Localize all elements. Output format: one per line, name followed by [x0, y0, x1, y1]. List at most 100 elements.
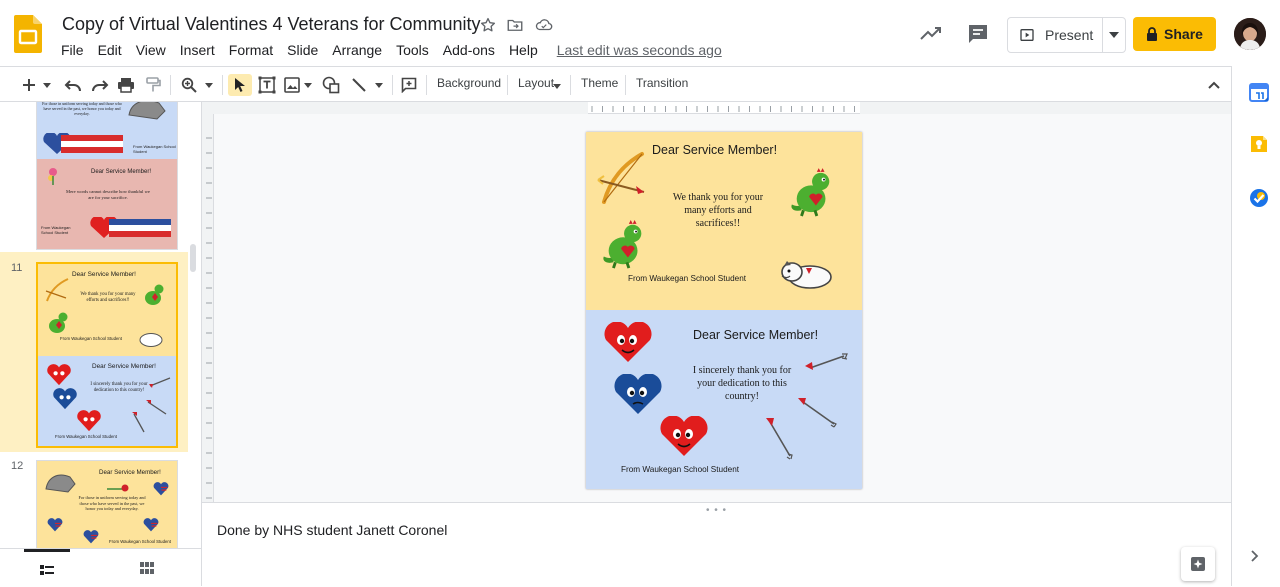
paint-format-button[interactable]: [142, 74, 164, 96]
expand-side-panel-button[interactable]: [1250, 550, 1260, 562]
print-icon: [118, 78, 134, 93]
share-button[interactable]: Share: [1133, 17, 1216, 51]
cursor-arrow-icon: [235, 78, 245, 92]
flag-heart-icon: [83, 530, 99, 544]
filmstrip-scrollbar[interactable]: [190, 244, 196, 272]
thumb-top-from: From Waukegan School Student: [109, 539, 171, 544]
chevron-down-icon: [304, 82, 312, 88]
menu-insert[interactable]: Insert: [173, 42, 222, 58]
insert-image-dropdown[interactable]: [302, 74, 314, 96]
last-edit-link[interactable]: Last edit was seconds ago: [557, 42, 722, 58]
insert-image-button[interactable]: [282, 74, 302, 96]
top-body[interactable]: We thank you for your many efforts and s…: [662, 191, 774, 230]
document-title[interactable]: Copy of Virtual Valentines 4 Veterans fo…: [62, 14, 481, 35]
slide-thumbnail-10[interactable]: For those in uniform serving today and t…: [36, 102, 178, 250]
slide-canvas-area[interactable]: Dear Service Member! We thank you for yo…: [202, 102, 1231, 502]
star-icon[interactable]: [479, 16, 497, 34]
menu-help[interactable]: Help: [502, 42, 545, 58]
chevron-down-icon: [43, 82, 51, 88]
horizontal-ruler[interactable]: [588, 102, 860, 114]
collapse-toolbar-button[interactable]: [1204, 74, 1224, 96]
heart-face-icon[interactable]: [658, 416, 710, 458]
menu-format[interactable]: Format: [222, 42, 280, 58]
heart-face-icon: [47, 364, 71, 386]
current-slide[interactable]: Dear Service Member! We thank you for yo…: [586, 132, 862, 489]
slide-top-panel[interactable]: Dear Service Member! We thank you for yo…: [586, 132, 862, 310]
bottom-from[interactable]: From Waukegan School Student: [621, 465, 739, 474]
arrow-icon: [132, 412, 145, 433]
heart-face-icon[interactable]: [612, 374, 664, 416]
slide-bottom-panel[interactable]: Dear Service Member! I sincerely thank y…: [586, 310, 862, 489]
vertical-ruler[interactable]: [202, 114, 214, 502]
redo-button[interactable]: [89, 74, 111, 96]
zoom-dropdown[interactable]: [202, 74, 216, 96]
add-comment-button[interactable]: [398, 74, 420, 96]
line-dropdown[interactable]: [372, 74, 386, 96]
menu-addons[interactable]: Add-ons: [436, 42, 502, 58]
explore-icon: [1191, 557, 1205, 571]
present-button[interactable]: Present: [1008, 18, 1104, 52]
top-title[interactable]: Dear Service Member!: [652, 143, 777, 157]
folder-move-icon[interactable]: [506, 16, 524, 34]
slides-logo-icon[interactable]: [14, 15, 42, 53]
undo-button[interactable]: [62, 74, 84, 96]
new-slide-dropdown[interactable]: [40, 74, 54, 96]
menu-slide[interactable]: Slide: [280, 42, 325, 58]
side-panel: [1231, 66, 1280, 586]
arrow-icon[interactable]: [766, 418, 796, 460]
tasks-icon[interactable]: [1249, 188, 1269, 208]
bottom-body[interactable]: I sincerely thank you for your dedicatio…: [690, 364, 794, 403]
select-tool-button[interactable]: [228, 74, 252, 96]
explore-button[interactable]: [1181, 547, 1215, 581]
menu-edit[interactable]: Edit: [91, 42, 129, 58]
cupid-bow-icon[interactable]: [596, 146, 648, 208]
present-icon: [1020, 29, 1034, 41]
menu-view[interactable]: View: [129, 42, 173, 58]
present-dropdown-button[interactable]: [1103, 18, 1125, 52]
share-label: Share: [1164, 26, 1203, 42]
filmstrip-list-view-button[interactable]: [24, 549, 70, 587]
background-button[interactable]: Background: [437, 76, 501, 90]
slide-number: 11: [11, 262, 23, 274]
calendar-icon[interactable]: [1249, 82, 1269, 102]
theme-button[interactable]: Theme: [581, 76, 618, 90]
line-button[interactable]: [348, 74, 370, 96]
arrow-icon[interactable]: [798, 398, 838, 428]
arrow-icon: [146, 400, 167, 415]
slide-thumbnail-11[interactable]: Dear Service Member! We thank you for yo…: [36, 262, 178, 448]
top-from[interactable]: From Waukegan School Student: [628, 274, 746, 283]
cloud-saved-icon[interactable]: [534, 16, 553, 34]
dragon-heart-icon[interactable]: [600, 220, 650, 270]
transition-button[interactable]: Transition: [636, 76, 688, 90]
menu-file[interactable]: File: [54, 42, 91, 58]
text-box-button[interactable]: [256, 74, 278, 96]
bulldog-icon[interactable]: [780, 258, 834, 290]
trending-icon[interactable]: [918, 22, 944, 46]
keep-icon[interactable]: [1249, 134, 1269, 154]
layout-dropdown[interactable]: [551, 75, 563, 97]
bottom-title[interactable]: Dear Service Member!: [693, 328, 818, 342]
thumb-top-body: We thank you for your many efforts and s…: [80, 292, 136, 304]
shape-icon: [322, 76, 340, 94]
zoom-button[interactable]: [178, 74, 200, 96]
print-button[interactable]: [115, 74, 137, 96]
shape-button[interactable]: [320, 74, 342, 96]
speaker-notes-text[interactable]: Done by NHS student Janett Coronel: [217, 522, 447, 538]
bulldog-icon: [139, 333, 163, 347]
arrow-icon[interactable]: [804, 352, 848, 372]
speaker-notes-panel[interactable]: • • • Done by NHS student Janett Coronel: [202, 502, 1231, 586]
new-slide-button[interactable]: [18, 74, 40, 96]
heart-face-icon[interactable]: [602, 322, 654, 364]
add-comment-icon: [401, 77, 417, 93]
layout-button[interactable]: Layout: [518, 76, 554, 90]
user-avatar[interactable]: [1234, 18, 1266, 50]
grid-view-button[interactable]: [124, 549, 170, 587]
menu-tools[interactable]: Tools: [389, 42, 436, 58]
chevron-up-icon: [1208, 81, 1220, 89]
toolbar-divider: [170, 75, 171, 95]
slide-thumbnail-12[interactable]: Dear Service Member! For those in unifor…: [36, 460, 178, 548]
resize-handle[interactable]: • • •: [706, 505, 727, 516]
dragon-heart-icon[interactable]: [790, 168, 836, 218]
menu-arrange[interactable]: Arrange: [325, 42, 389, 58]
comments-icon[interactable]: [966, 22, 990, 46]
